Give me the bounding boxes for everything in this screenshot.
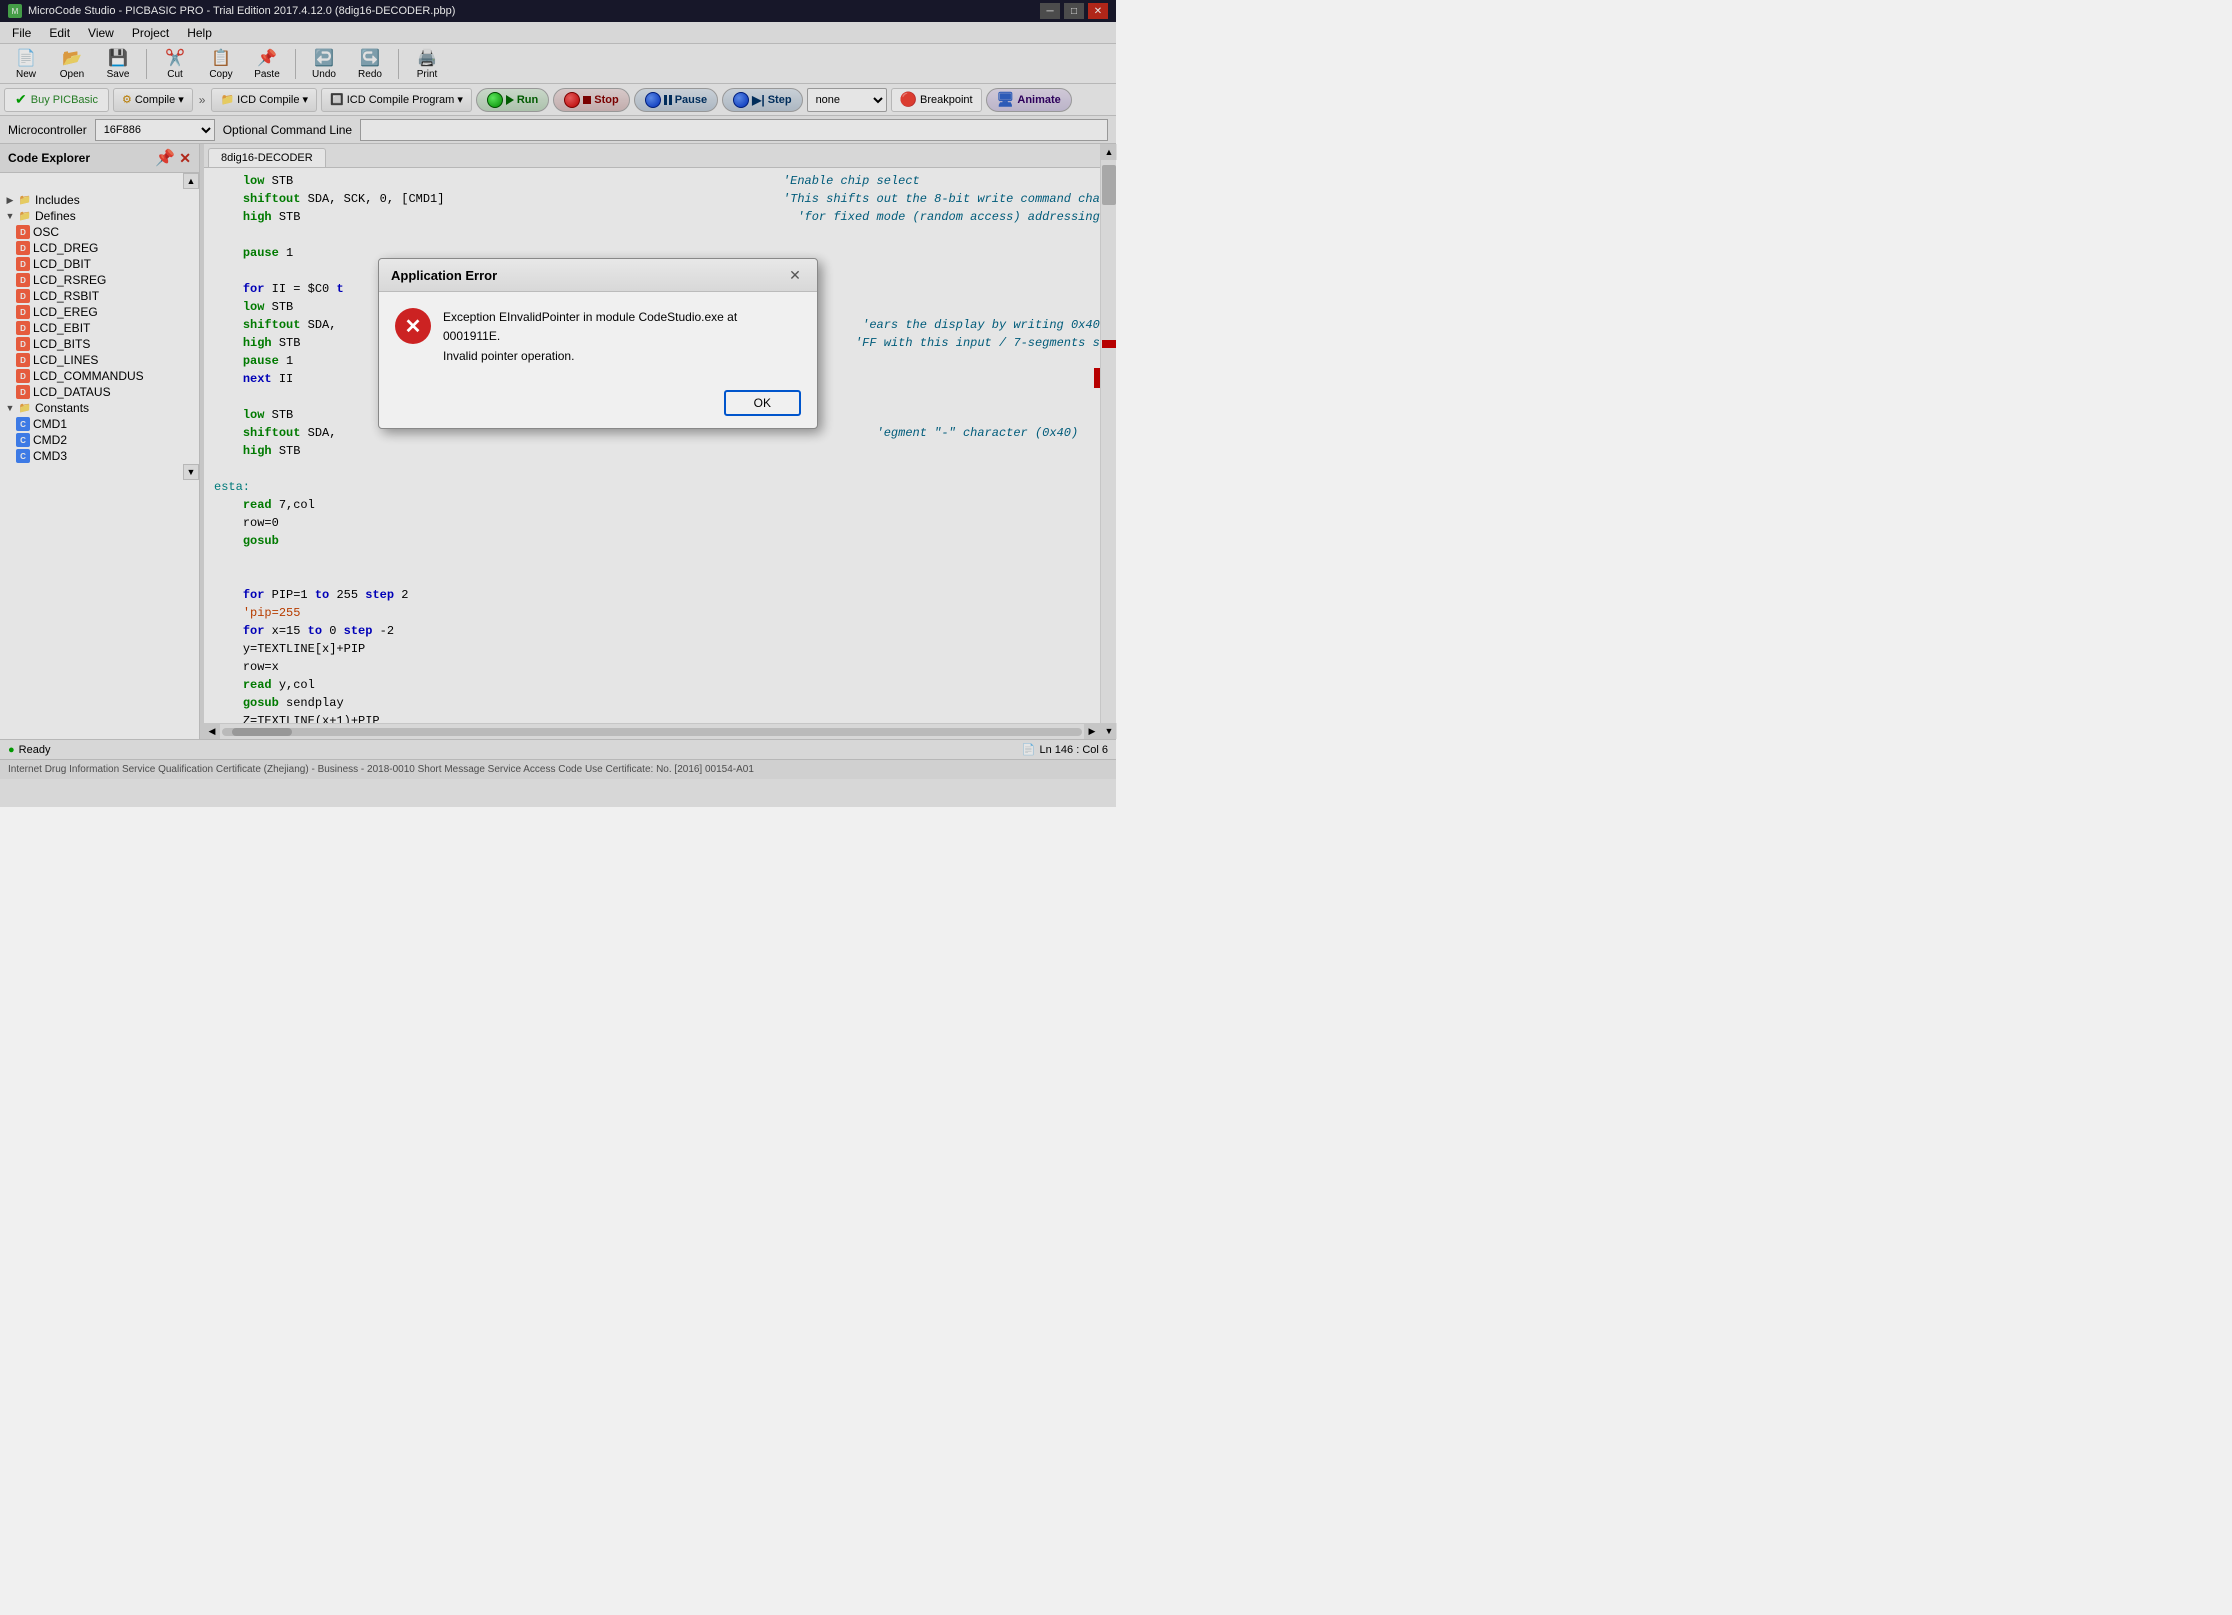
modal-title: Application Error bbox=[391, 268, 497, 283]
application-error-dialog: Application Error ✕ ✕ Exception EInvalid… bbox=[378, 258, 818, 429]
modal-close-button[interactable]: ✕ bbox=[785, 265, 805, 285]
modal-title-bar: Application Error ✕ bbox=[379, 259, 817, 292]
error-line2: 0001911E. bbox=[443, 329, 500, 343]
error-icon: ✕ bbox=[395, 308, 431, 344]
modal-message: Exception EInvalidPointer in module Code… bbox=[443, 308, 737, 366]
modal-body: ✕ Exception EInvalidPointer in module Co… bbox=[379, 292, 817, 382]
modal-overlay: Application Error ✕ ✕ Exception EInvalid… bbox=[0, 0, 1116, 807]
modal-ok-button[interactable]: OK bbox=[724, 390, 801, 416]
modal-footer: OK bbox=[379, 382, 817, 428]
error-line1: Exception EInvalidPointer in module Code… bbox=[443, 310, 737, 324]
error-line3: Invalid pointer operation. bbox=[443, 349, 574, 363]
